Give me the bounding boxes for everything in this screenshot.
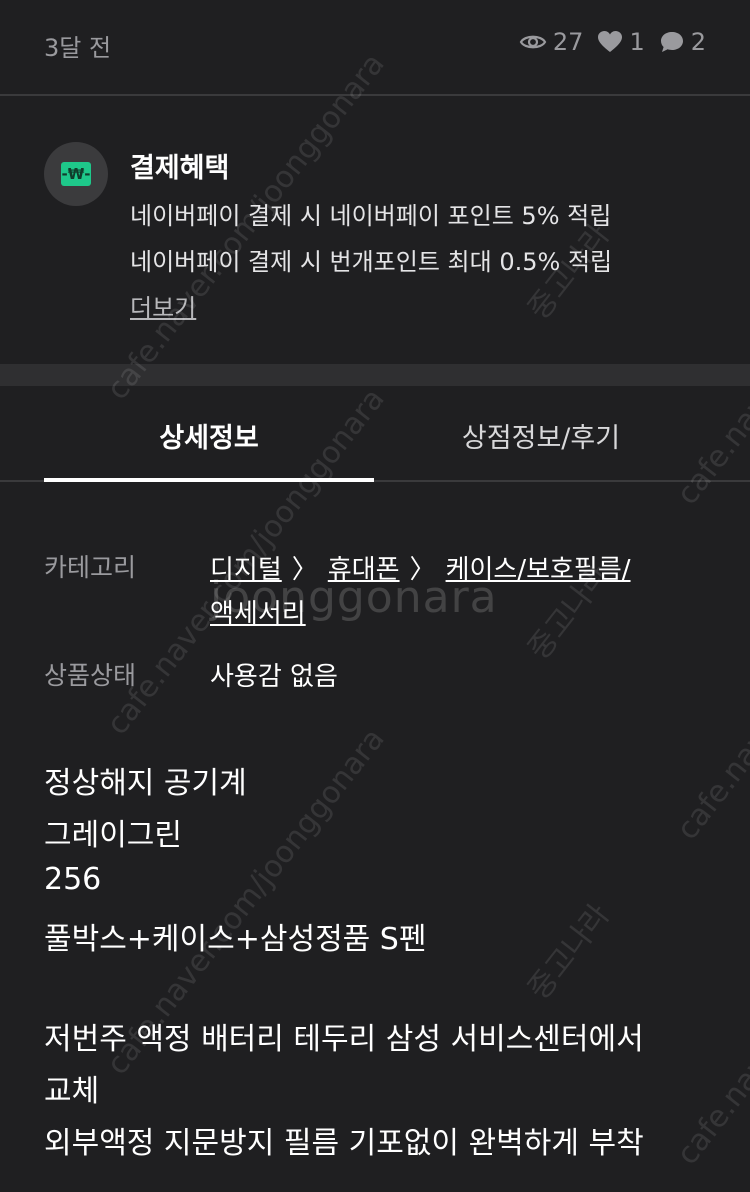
eye-icon xyxy=(519,35,547,49)
payment-benefit-section: -₩- 결제혜택 네이버페이 결제 시 네이버페이 포인트 5% 적립 네이버페… xyxy=(0,98,750,364)
category-link-accessory[interactable]: 액세서리 xyxy=(210,599,306,629)
comments-stat: 2 xyxy=(659,28,706,56)
heart-icon xyxy=(598,31,623,52)
category-label: 카테고리 xyxy=(44,553,137,582)
description-line: 256 xyxy=(44,862,102,897)
benefit-title: 결제혜택 xyxy=(130,153,230,184)
tab-detail-info[interactable]: 상세정보 xyxy=(44,416,374,455)
comments-count: 2 xyxy=(690,28,706,56)
category-link-case[interactable]: 케이스/보호필름/ xyxy=(446,555,631,585)
views-stat: 27 xyxy=(519,28,584,56)
meta-bar: 3달 전 27 1 2 xyxy=(0,0,750,96)
description-line: 저번주 액정 배터리 테두리 삼성 서비스센터에서 xyxy=(44,1022,644,1057)
naverpay-won-icon: -₩- xyxy=(61,162,91,186)
likes-stat: 1 xyxy=(597,28,645,56)
condition-value: 사용감 없음 xyxy=(210,662,338,692)
description-line: 정상해지 공기계 xyxy=(44,766,247,801)
description-line: 그레이그린 xyxy=(44,818,182,853)
benefit-line: 네이버페이 결제 시 번개포인트 최대 0.5% 적립 xyxy=(130,248,613,276)
breadcrumb-separator: 〉 xyxy=(291,555,318,585)
detail-tabs: 상세정보 상점정보/후기 xyxy=(0,386,750,482)
breadcrumb-separator: 〉 xyxy=(409,555,436,585)
category-link-phone[interactable]: 휴대폰 xyxy=(328,555,400,585)
category-link-digital[interactable]: 디지털 xyxy=(210,555,282,585)
posted-time: 3달 전 xyxy=(44,34,112,62)
more-link[interactable]: 더보기 xyxy=(130,288,196,323)
description-line: 외부액정 지문방지 필름 기포없이 완벽하게 부착 xyxy=(44,1126,644,1161)
chat-bubble-icon xyxy=(660,32,683,52)
stats: 27 1 2 xyxy=(505,28,706,56)
section-divider xyxy=(0,364,750,386)
views-count: 27 xyxy=(552,28,584,56)
condition-label: 상품상태 xyxy=(44,661,137,690)
description-line: 풀박스+케이스+삼성정품 S펜 xyxy=(44,922,427,957)
tab-store-reviews[interactable]: 상점정보/후기 xyxy=(376,416,706,455)
description-line: 교체 xyxy=(44,1074,100,1109)
benefit-line: 네이버페이 결제 시 네이버페이 포인트 5% 적립 xyxy=(130,202,612,230)
active-tab-indicator xyxy=(44,478,374,482)
naverpay-logo: -₩- xyxy=(44,142,108,206)
likes-count: 1 xyxy=(629,28,645,56)
category-breadcrumb: 디지털 〉 휴대폰 〉 케이스/보호필름/액세서리 xyxy=(210,548,690,636)
